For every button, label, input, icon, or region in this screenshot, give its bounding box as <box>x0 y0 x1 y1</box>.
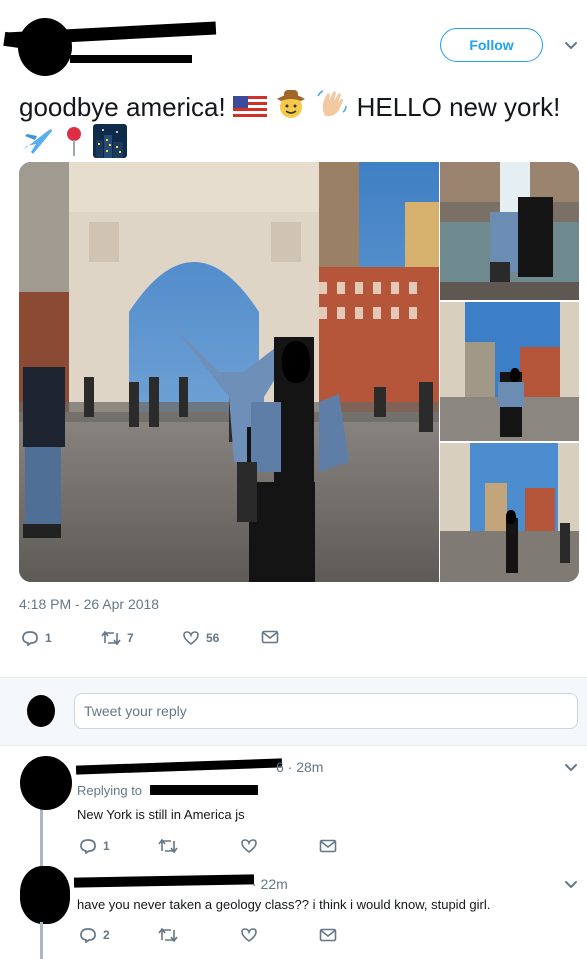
redacted-face-main <box>282 341 310 383</box>
us-flag-icon <box>232 96 267 120</box>
thread-line <box>40 805 43 875</box>
photo-fountain[interactable] <box>440 162 579 300</box>
reply-2-reply-count: 2 <box>103 928 110 942</box>
redacted-reply-2-name <box>73 874 255 888</box>
retweet-icon <box>101 630 121 646</box>
reply-1-dm-action[interactable] <box>319 839 337 853</box>
divider <box>0 677 587 678</box>
tweet-text: goodbye america! HELLO new york! <box>19 86 579 162</box>
reply-icon <box>80 928 96 943</box>
retweet-action[interactable]: 7 <box>101 630 134 646</box>
reply-2-reply-action[interactable]: 2 <box>79 927 110 943</box>
like-count: 56 <box>206 631 220 645</box>
tweet-text-part-2: HELLO new york! <box>349 92 561 122</box>
reply-2-avatar[interactable] <box>20 866 70 924</box>
dm-action[interactable] <box>261 630 279 644</box>
retweet-count: 7 <box>127 631 134 645</box>
reply-1-time[interactable]: 6 · 28m <box>276 759 323 775</box>
reply-1-avatar[interactable] <box>20 756 72 810</box>
envelope-icon <box>261 630 279 644</box>
round-pushpin-icon <box>67 127 82 156</box>
waving-hand-icon <box>317 90 348 117</box>
redacted-face-mid <box>510 368 520 382</box>
heart-icon <box>241 928 257 942</box>
heart-icon <box>183 631 199 645</box>
reply-1-retweet-action[interactable] <box>158 838 178 854</box>
current-user-avatar <box>27 695 55 727</box>
reply-icon <box>22 631 38 646</box>
reply-2-retweet-action[interactable] <box>158 927 178 943</box>
reply-1-reply-action[interactable]: 1 <box>79 838 110 854</box>
envelope-icon <box>319 839 337 853</box>
reply-icon <box>80 839 96 854</box>
retweet-icon <box>158 927 178 943</box>
retweet-icon <box>158 838 178 854</box>
reply-2-dm-action[interactable] <box>319 928 337 942</box>
envelope-icon <box>319 928 337 942</box>
reply-2-text: have you never taken a geology class?? i… <box>77 897 491 912</box>
thread-line <box>40 922 43 959</box>
reply-2-time[interactable]: · 22m <box>252 876 288 892</box>
tweet-timestamp[interactable]: 4:18 PM - 26 Apr 2018 <box>19 596 159 612</box>
reply-1-text: New York is still in America js <box>77 807 245 822</box>
reply-count: 1 <box>45 631 52 645</box>
reply-1-reply-count: 1 <box>103 839 110 853</box>
reply-input[interactable]: Tweet your reply <box>74 693 578 729</box>
divider <box>0 745 587 746</box>
chevron-down-icon[interactable] <box>564 763 578 773</box>
night-city-icon <box>93 124 128 158</box>
reply-1-replying-to: Replying to <box>77 783 143 798</box>
photo-main[interactable] <box>19 162 439 582</box>
redacted-replying-handle <box>150 785 258 795</box>
reply-action[interactable]: 1 <box>21 630 52 646</box>
redacted-face-bottom <box>506 510 516 524</box>
redacted-author-handle <box>70 55 192 63</box>
cowboy-face-icon <box>277 90 306 118</box>
redacted-reply-1-name <box>75 758 283 775</box>
chevron-down-icon[interactable] <box>564 41 578 51</box>
follow-button[interactable]: Follow <box>440 28 543 62</box>
reply-2-like-action[interactable] <box>240 927 258 943</box>
airplane-icon <box>23 129 52 154</box>
tweet-text-part-1: goodbye america! <box>19 92 233 122</box>
reply-1-like-action[interactable] <box>240 838 258 854</box>
heart-icon <box>241 839 257 853</box>
chevron-down-icon[interactable] <box>564 880 578 890</box>
like-action[interactable]: 56 <box>182 630 219 646</box>
